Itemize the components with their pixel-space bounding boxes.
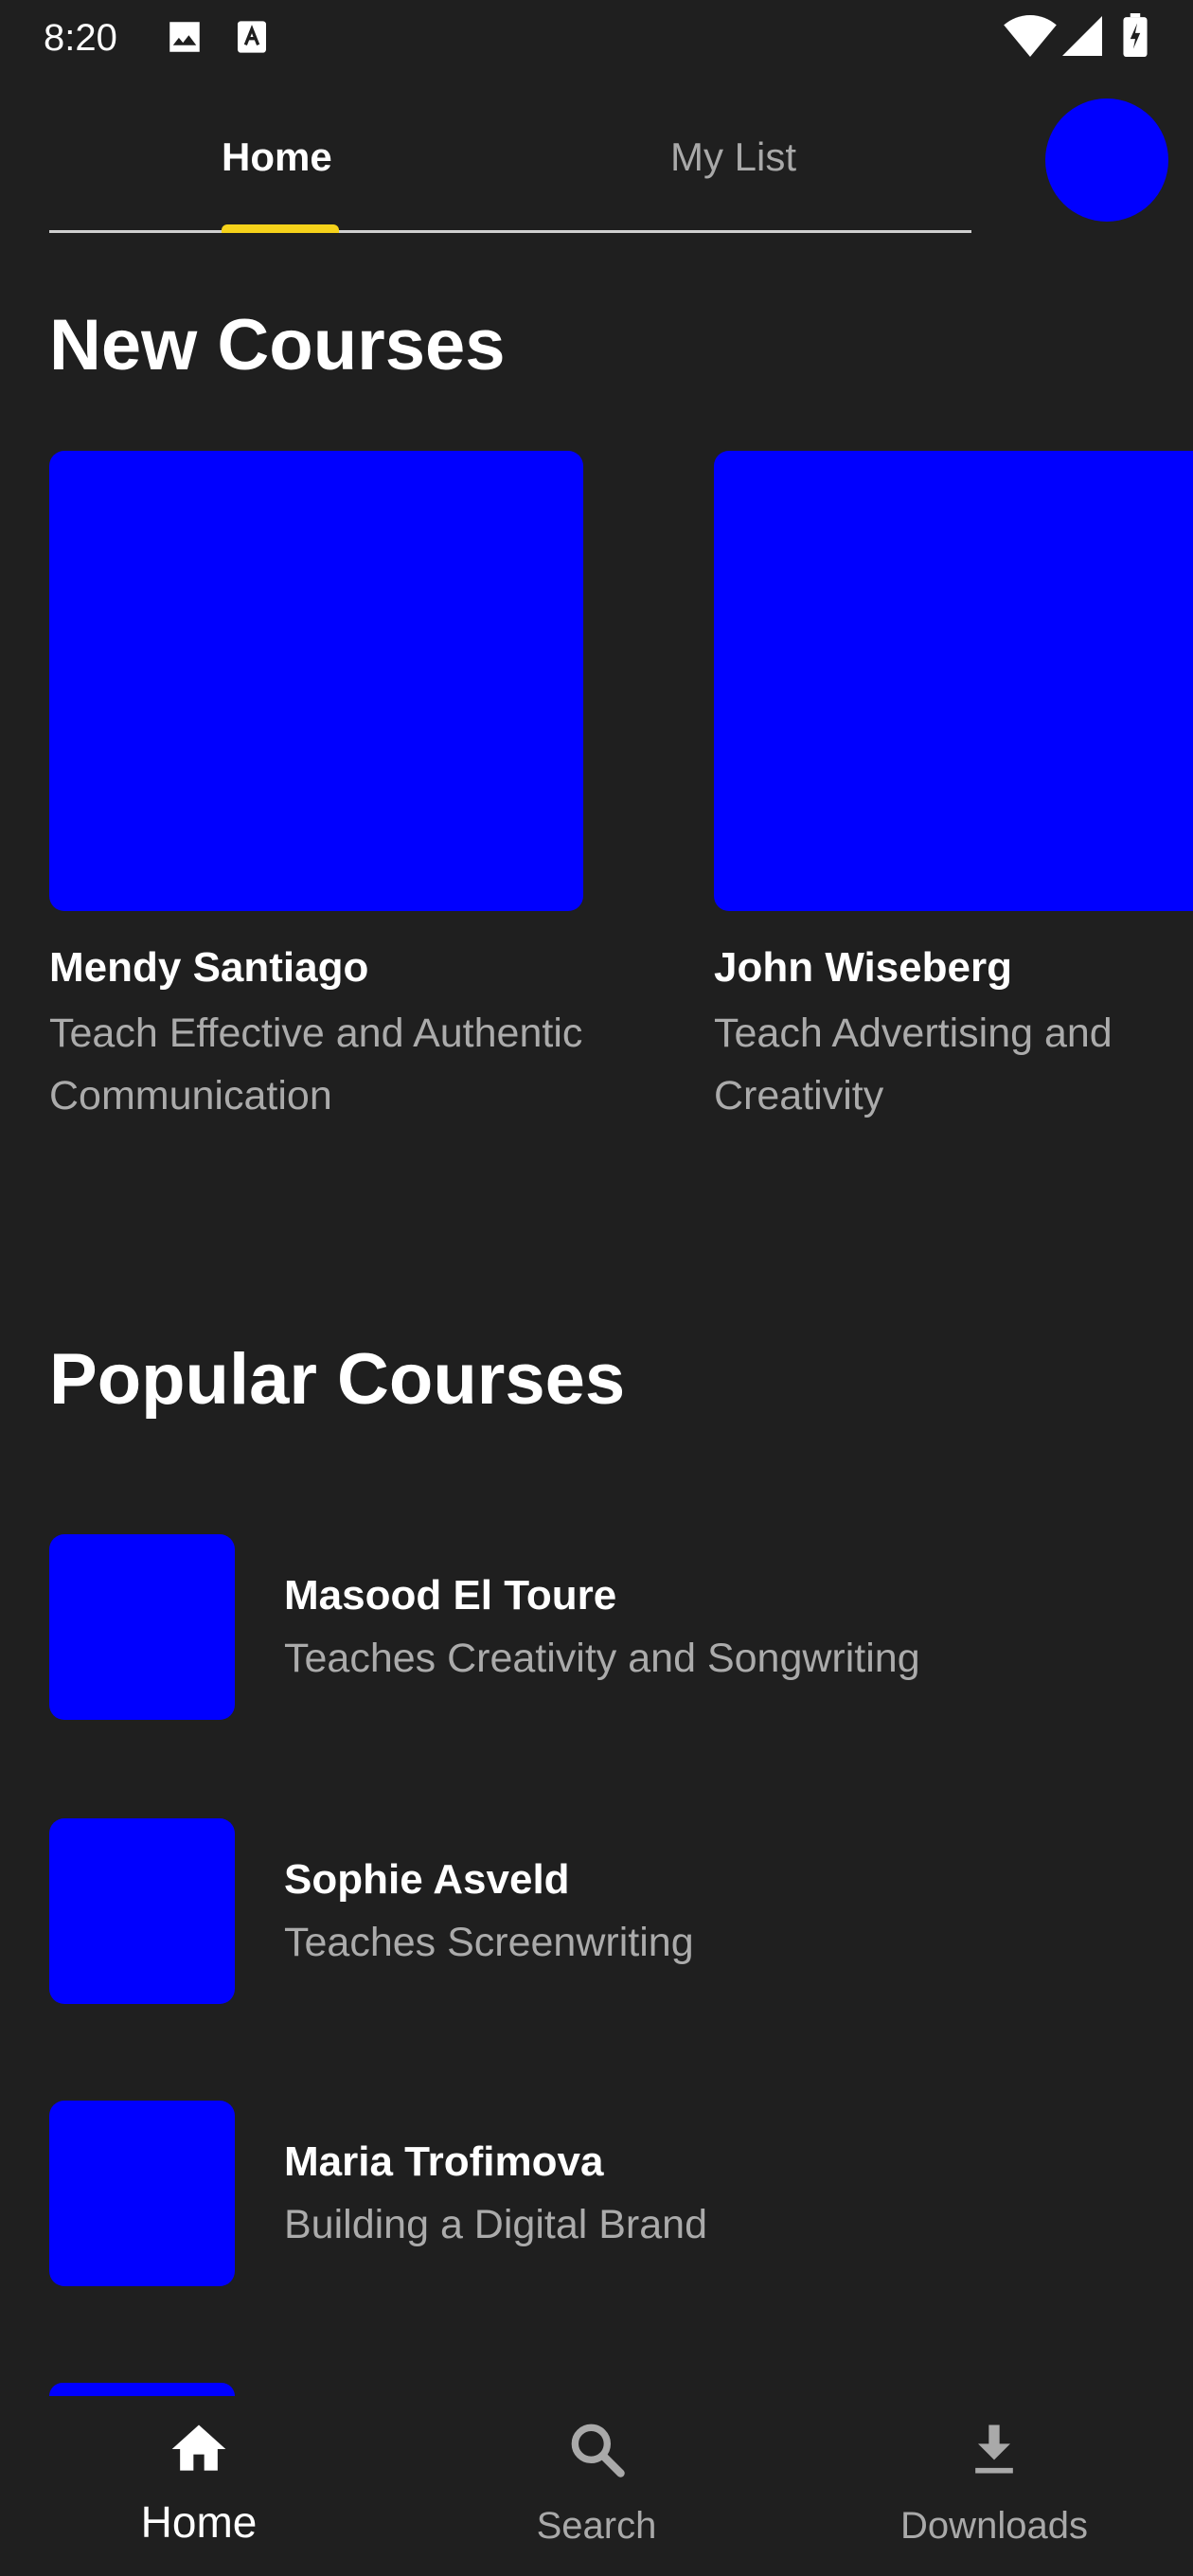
battery-charging-icon (1123, 13, 1148, 62)
nav-home-label: Home (140, 2497, 258, 2547)
image-icon (165, 17, 205, 62)
nav-search-label: Search (536, 2505, 657, 2547)
list-item-partial[interactable] (49, 2383, 235, 2396)
course-thumbnail (49, 1534, 235, 1720)
course-thumbnail (49, 451, 583, 911)
list-item[interactable]: Sophie Asveld Teaches Screenwriting (49, 1818, 1148, 2004)
home-icon (171, 2424, 226, 2471)
signal-icon (1062, 15, 1102, 62)
course-description: Teach Effective and Authentic Communicat… (49, 1011, 583, 1118)
course-description: Building a Digital Brand (284, 2202, 707, 2247)
status-bar: 8:20 (0, 0, 1193, 76)
top-tabs: Home My List (49, 95, 971, 233)
list-item[interactable]: Maria Trofimova Building a Digital Brand (49, 2101, 1148, 2286)
status-time: 8:20 (44, 17, 117, 59)
nav-home[interactable]: Home (57, 2396, 341, 2576)
nav-downloads[interactable]: Downloads (852, 2396, 1136, 2576)
course-instructor: Maria Trofimova (284, 2138, 604, 2185)
tab-home[interactable]: Home (222, 131, 332, 184)
course-description: Teach Advertising and Creativity (714, 1011, 1113, 1118)
wifi-icon (1004, 15, 1057, 62)
course-description: Teaches Screenwriting (284, 1920, 694, 1965)
course-instructor: John Wiseberg (714, 944, 1012, 991)
list-item[interactable]: Masood El Toure Teaches Creativity and S… (49, 1534, 1148, 1720)
course-instructor: Sophie Asveld (284, 1856, 570, 1903)
nav-search[interactable]: Search (454, 2396, 739, 2576)
tab-my-list[interactable]: My List (670, 131, 796, 184)
download-icon (975, 2424, 1013, 2474)
new-courses-title: New Courses (49, 305, 506, 385)
nav-downloads-label: Downloads (900, 2505, 1088, 2547)
course-instructor: Mendy Santiago (49, 944, 369, 991)
bottom-nav: Home Search Downloads (0, 2396, 1193, 2576)
course-card[interactable]: John Wiseberg Teach Advertising and Crea… (714, 451, 1193, 1127)
search-icon (571, 2424, 625, 2478)
tab-selected-indicator (222, 224, 339, 233)
course-instructor: Masood El Toure (284, 1572, 617, 1619)
course-description: Teaches Creativity and Songwriting (284, 1636, 920, 1681)
course-thumbnail (714, 451, 1193, 911)
tab-divider (49, 230, 971, 233)
popular-courses-title: Popular Courses (49, 1339, 626, 1420)
course-thumbnail (49, 2101, 235, 2286)
course-card[interactable]: Mendy Santiago Teach Effective and Authe… (49, 451, 655, 1127)
course-thumbnail (49, 1818, 235, 2004)
avatar[interactable] (1045, 98, 1168, 222)
text-a-icon (233, 17, 271, 62)
